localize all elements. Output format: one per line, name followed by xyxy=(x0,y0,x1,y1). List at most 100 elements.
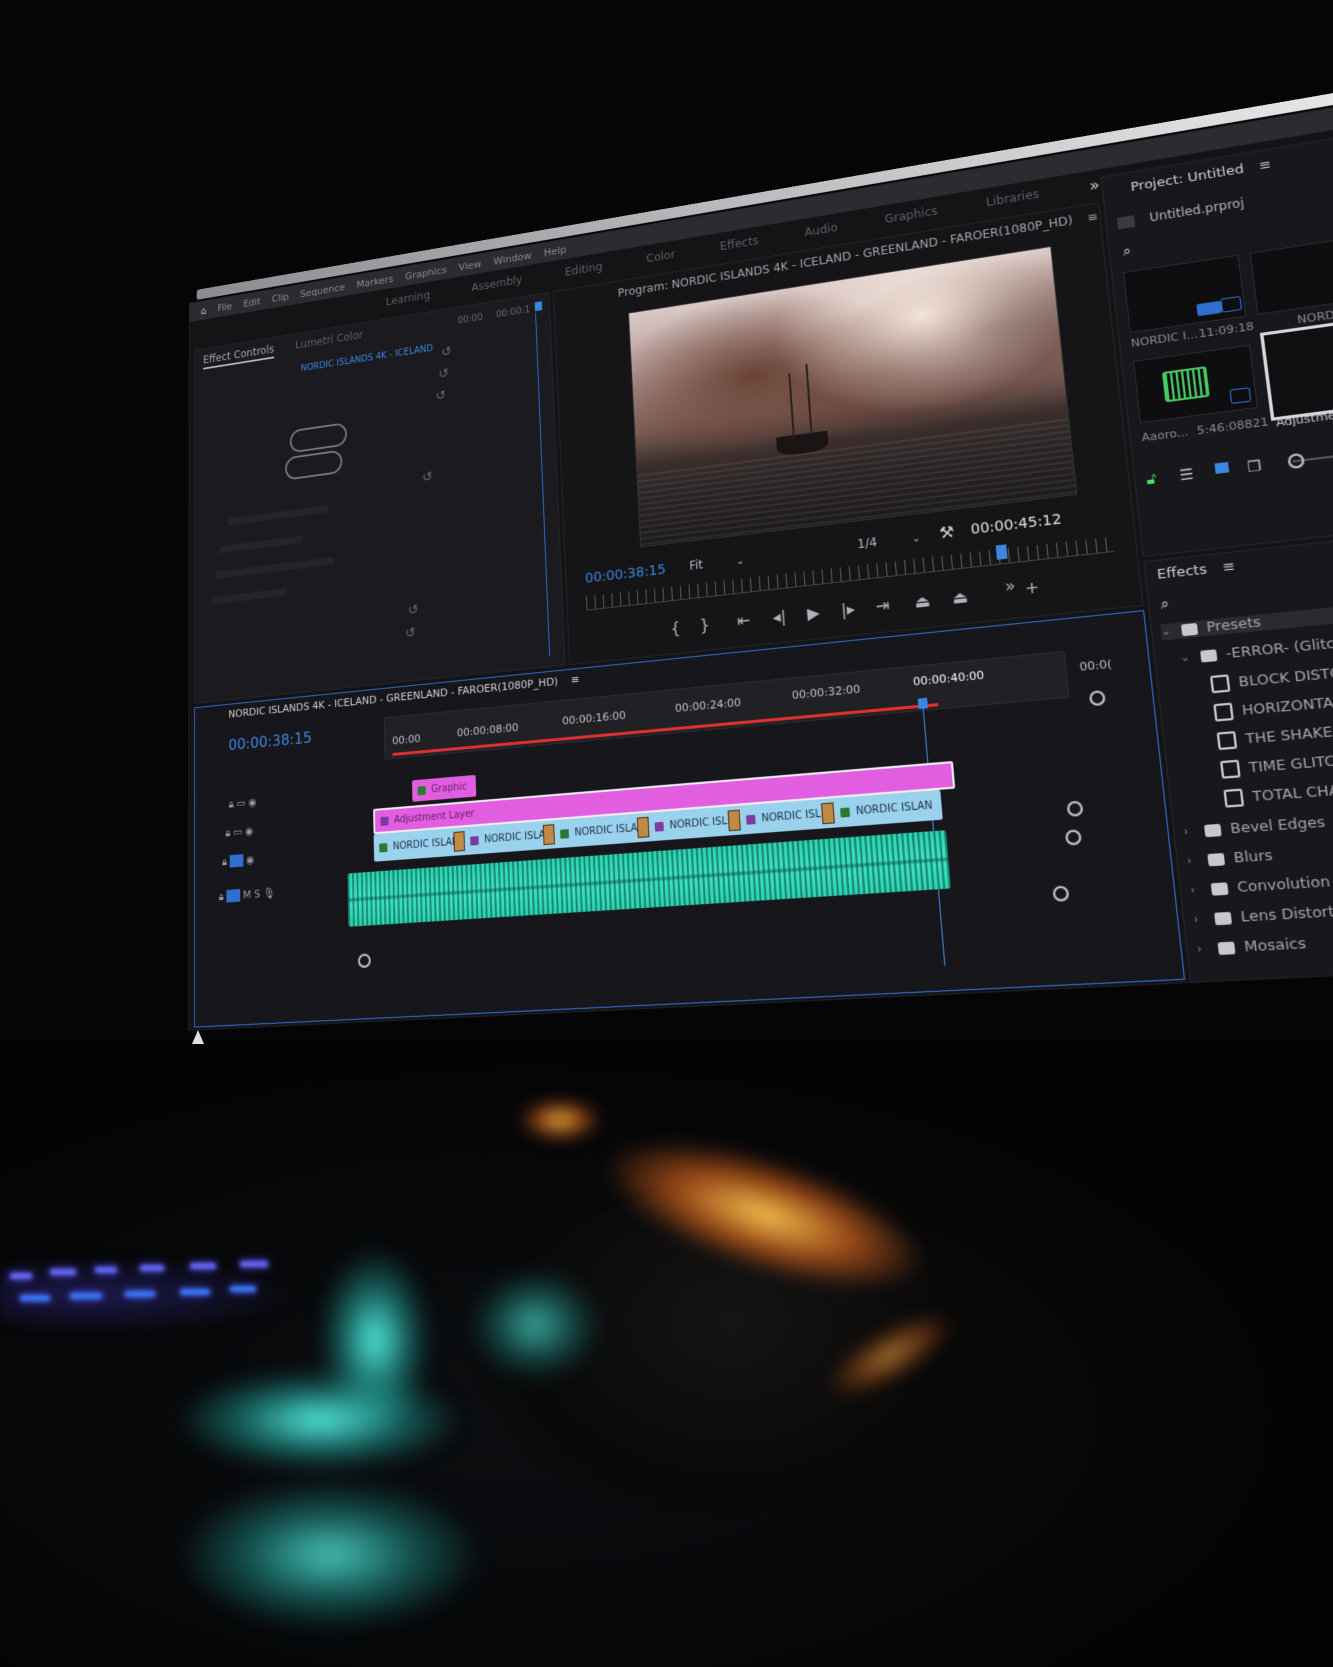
menu-clip[interactable]: Clip xyxy=(272,290,289,304)
program-current-time[interactable]: 00:00:38:15 xyxy=(585,562,666,587)
scroll-handle[interactable] xyxy=(1088,689,1106,707)
transition-marker[interactable] xyxy=(542,824,555,846)
go-to-out-icon[interactable]: ⇥ xyxy=(869,592,896,619)
effects-menu-icon[interactable]: ≡ xyxy=(1222,559,1236,576)
reset-icon[interactable]: ↺ xyxy=(422,469,433,485)
reset-icon[interactable]: ↺ xyxy=(438,366,449,382)
monitor: ⌂ File Edit Clip Sequence Markers Graphi… xyxy=(29,86,1333,1083)
project-thumbnail[interactable] xyxy=(1122,254,1247,334)
home-icon[interactable]: ⌂ xyxy=(201,305,207,317)
tab-effects[interactable]: Effects xyxy=(720,234,759,253)
track-header-v1[interactable]: 🔒︎ ◉ xyxy=(222,853,255,869)
effect-preset-total-chaos[interactable]: TOTAL CHAOS xyxy=(1223,780,1333,808)
effect-preset-block-distortion[interactable]: BLOCK DISTORTION xyxy=(1209,660,1333,694)
menu-edit[interactable]: Edit xyxy=(243,295,260,309)
tab-audio[interactable]: Audio xyxy=(804,221,838,239)
timeline-menu-icon[interactable]: ≡ xyxy=(570,673,579,687)
project-title: Project: Untitled ≡ xyxy=(1130,157,1272,195)
effect-controls-panel: Effect Controls Lumetri Color NORDIC ISL… xyxy=(194,291,566,704)
transition-marker[interactable] xyxy=(636,816,650,839)
menu-markers[interactable]: Markers xyxy=(356,273,393,290)
track-header-v2[interactable]: 🔒︎ ▭ ◉ xyxy=(225,825,253,841)
tab-graphics[interactable]: Graphics xyxy=(884,204,938,226)
tab-editing[interactable]: Editing xyxy=(565,260,603,279)
effect-folder-lens-distortion-removal[interactable]: › Lens Distortion Removal xyxy=(1193,898,1333,929)
effect-folder-blurs[interactable]: › Blurs xyxy=(1186,847,1273,869)
shape-button-2[interactable] xyxy=(285,449,343,481)
project-thumbnail[interactable] xyxy=(1249,231,1333,315)
effect-preset-horizontal-pull[interactable]: HORIZONTAL PULL xyxy=(1213,689,1333,722)
reset-icon[interactable]: ↺ xyxy=(405,625,416,641)
project-file-name[interactable]: Untitled.prproj xyxy=(1149,196,1245,225)
resolution-dropdown[interactable]: 1/4 ⌄ xyxy=(857,530,921,551)
ruler-label: 00:00:32:00 xyxy=(791,682,861,703)
play-icon[interactable]: ▶ xyxy=(801,599,827,626)
video-clip[interactable]: NORDIC ISLAN xyxy=(464,820,553,855)
graphic-clip[interactable]: Graphic xyxy=(411,774,477,802)
list-view-icon[interactable]: ☰ xyxy=(1179,466,1195,484)
tab-assembly[interactable]: Assembly xyxy=(471,273,522,294)
effect-folder-presets[interactable]: ⌄ Presets xyxy=(1160,596,1333,641)
effect-preset-time-glitch[interactable]: TIME GLITCH xyxy=(1219,751,1333,779)
menu-help[interactable]: Help xyxy=(544,243,567,258)
scroll-handle[interactable] xyxy=(357,953,371,969)
step-forward-icon[interactable]: |▸ xyxy=(835,595,861,622)
project-menu-icon[interactable]: ≡ xyxy=(1258,157,1272,174)
tab-lumetri-color[interactable]: Lumetri Color xyxy=(295,328,363,351)
settings-wrench-icon[interactable]: ⚒ xyxy=(939,522,956,543)
lock-icon[interactable]: 🔓︎ xyxy=(1146,471,1158,489)
source-playhead[interactable] xyxy=(534,301,543,312)
add-button-icon[interactable]: + xyxy=(1018,573,1046,601)
tab-effect-controls[interactable]: Effect Controls xyxy=(203,342,275,370)
effect-folder-bevel-edges[interactable]: › Bevel Edges xyxy=(1183,814,1326,841)
chevron-right-icon: › xyxy=(1183,826,1190,839)
reset-icon[interactable]: ↺ xyxy=(435,388,446,404)
reset-icon[interactable]: ↺ xyxy=(441,344,452,360)
param-row xyxy=(227,505,328,526)
menu-view[interactable]: View xyxy=(458,258,481,273)
tab-libraries[interactable]: Libraries xyxy=(985,187,1040,209)
lift-icon[interactable]: ⏏ xyxy=(909,587,936,614)
scroll-handle[interactable] xyxy=(1052,885,1070,902)
scroll-handle[interactable] xyxy=(1064,829,1082,846)
video-clip-label: NORDIC ISLA xyxy=(574,822,638,839)
icon-view-icon[interactable] xyxy=(1214,461,1230,474)
folder-icon xyxy=(1180,622,1199,637)
timeline-current-time[interactable]: 00:00:38:15 xyxy=(228,728,311,754)
tab-color[interactable]: Color xyxy=(646,248,676,265)
tab-learning[interactable]: Learning xyxy=(386,289,431,308)
menu-file[interactable]: File xyxy=(217,300,232,313)
shape-button-1[interactable] xyxy=(289,422,348,454)
menu-graphics[interactable]: Graphics xyxy=(405,264,447,282)
search-icon[interactable]: ⌕ xyxy=(1122,243,1132,260)
scroll-handle[interactable] xyxy=(1066,800,1084,817)
track-header-a1[interactable]: 🔒︎ M S 🎙︎ xyxy=(219,886,276,904)
video-clip[interactable]: NORDIC ISLAN xyxy=(374,828,460,862)
effect-folder-convolution-kernel[interactable]: › Convolution Kernel xyxy=(1189,870,1333,899)
program-menu-icon[interactable]: ≡ xyxy=(1087,209,1099,224)
search-icon[interactable]: ⌕ xyxy=(1160,596,1171,614)
program-duration: 00:00:45:12 xyxy=(969,511,1063,539)
program-playhead[interactable] xyxy=(995,544,1008,560)
go-to-in-icon[interactable]: ⇤ xyxy=(731,607,756,633)
video-clip[interactable]: NORDIC ISLA xyxy=(554,813,646,848)
zoom-slider-handle[interactable] xyxy=(1287,452,1306,470)
fit-dropdown[interactable]: Fit ⌄ xyxy=(689,553,745,573)
reset-icon[interactable]: ↺ xyxy=(408,602,419,618)
timeline-playhead[interactable] xyxy=(917,697,928,710)
adjustment-layer-thumbnail[interactable] xyxy=(1259,312,1333,421)
menu-window[interactable]: Window xyxy=(493,249,532,267)
effect-folder-mosaics[interactable]: › Mosaics xyxy=(1196,935,1307,958)
step-back-icon[interactable]: ◂| xyxy=(767,603,793,629)
audio-thumbnail[interactable] xyxy=(1132,344,1258,424)
effect-preset-the-shaker[interactable]: THE SHAKER xyxy=(1216,722,1333,751)
workspace-overflow-icon[interactable]: » xyxy=(1088,175,1100,195)
mark-out-icon[interactable]: } xyxy=(692,611,717,637)
extract-icon[interactable]: ⏏ xyxy=(946,583,973,610)
freeform-view-icon[interactable]: ❐ xyxy=(1246,458,1262,476)
transition-marker[interactable] xyxy=(453,831,466,852)
mark-in-icon[interactable]: { xyxy=(663,614,687,640)
menu-sequence[interactable]: Sequence xyxy=(300,281,345,300)
track-header-v3[interactable]: 🔒︎ ▭ ◉ xyxy=(229,796,257,812)
folder-icon xyxy=(1207,852,1226,867)
